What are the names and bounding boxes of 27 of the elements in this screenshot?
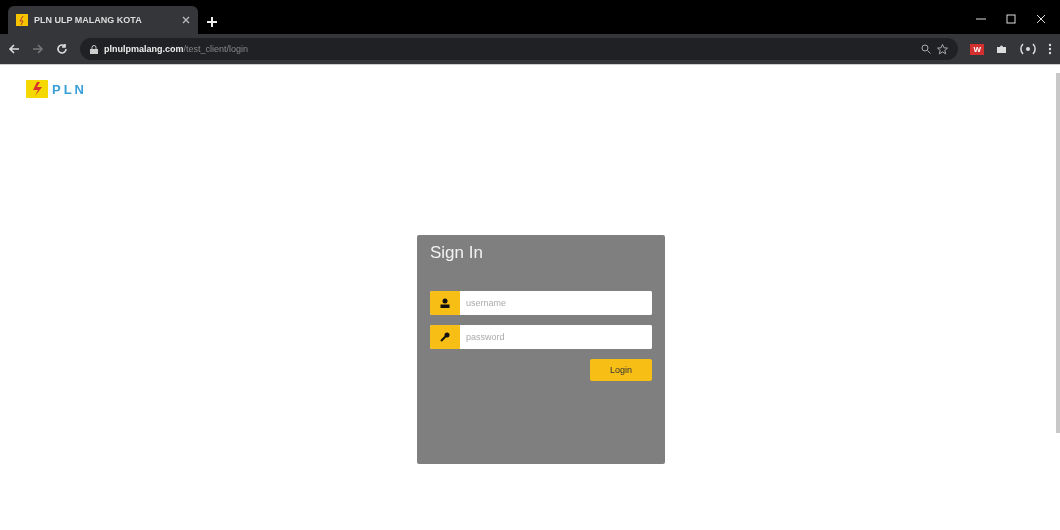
back-icon[interactable]: [8, 43, 20, 55]
key-icon: [440, 332, 450, 342]
url-host: plnulpmalang.com: [104, 44, 184, 54]
close-icon[interactable]: [182, 16, 190, 24]
password-field[interactable]: password: [430, 325, 652, 349]
reload-icon[interactable]: [56, 43, 68, 55]
maximize-icon[interactable]: [1006, 14, 1016, 24]
scrollbar[interactable]: [1056, 73, 1060, 433]
menu-icon[interactable]: [1048, 43, 1052, 55]
url-path: /test_client/login: [183, 44, 249, 54]
logo-text: PLN: [52, 81, 87, 97]
login-button[interactable]: Login: [590, 359, 652, 381]
user-icon: [440, 298, 450, 308]
tab-title: PLN ULP MALANG KOTA: [34, 15, 143, 25]
sign-in-title: Sign In: [430, 243, 484, 263]
close-icon[interactable]: [1036, 14, 1046, 24]
browser-tab[interactable]: PLN ULP MALANG KOTA: [8, 6, 198, 34]
new-tab-icon[interactable]: [206, 16, 218, 28]
lock-icon: [90, 44, 98, 54]
search-icon[interactable]: [921, 44, 932, 54]
broadcast-icon[interactable]: [1020, 43, 1036, 55]
logo-icon: [26, 80, 48, 98]
extension-icon[interactable]: W: [970, 43, 984, 55]
star-icon[interactable]: [937, 43, 949, 55]
forward-icon[interactable]: [32, 43, 44, 55]
username-field[interactable]: username: [430, 291, 652, 315]
address-bar[interactable]: plnulpmalang.com/test_client/login: [80, 38, 959, 60]
